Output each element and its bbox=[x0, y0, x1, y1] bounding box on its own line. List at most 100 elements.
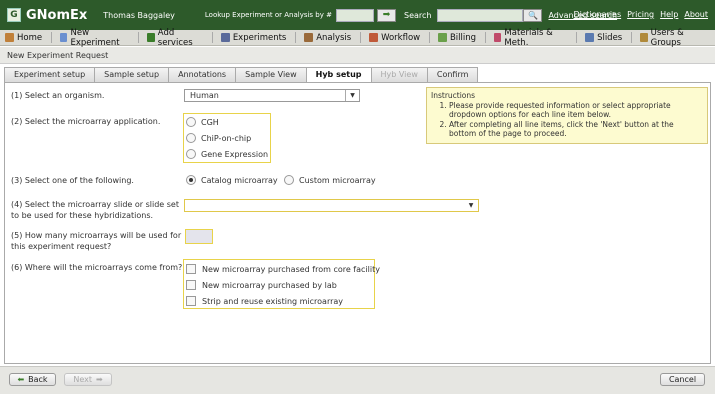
question-organism: (1) Select an organism. bbox=[11, 91, 105, 100]
slide-dropdown[interactable]: ▼ bbox=[184, 199, 479, 212]
nav-item-slides[interactable]: Slides bbox=[585, 33, 622, 43]
search-label: Search bbox=[403, 10, 432, 20]
source-option-strip-reuse[interactable]: Strip and reuse existing microarray bbox=[186, 296, 343, 306]
arrow-left-icon: ⬅ bbox=[17, 375, 25, 384]
cancel-button[interactable]: Cancel bbox=[660, 373, 705, 386]
nav-item-materials-meth[interactable]: Materials & Meth. bbox=[493, 27, 567, 48]
microarray-option-catalog[interactable]: Catalog microarray bbox=[186, 175, 278, 185]
radio-button[interactable] bbox=[186, 117, 196, 127]
organism-dropdown[interactable]: Human ▼ bbox=[184, 89, 360, 102]
arrow-right-icon: ➡ bbox=[95, 375, 103, 384]
nav-separator bbox=[138, 32, 140, 43]
question-line: (5) How many microarrays will be used fo… bbox=[11, 231, 182, 240]
dictionaries-link[interactable]: Dictionaries bbox=[574, 10, 622, 19]
instruction-item: Please provide requested information or … bbox=[449, 101, 703, 120]
back-button[interactable]: ⬅ Back bbox=[9, 373, 56, 386]
lookup-go-button[interactable]: ➡ bbox=[376, 8, 396, 22]
tab-confirm[interactable]: Confirm bbox=[426, 67, 479, 82]
help-link[interactable]: Help bbox=[660, 10, 678, 19]
question-line: to be used for these hybridizations. bbox=[11, 211, 154, 220]
instruction-item: After completing all line items, click t… bbox=[449, 120, 703, 139]
option-label: Catalog microarray bbox=[201, 175, 278, 185]
tab-sample-setup[interactable]: Sample setup bbox=[94, 67, 170, 82]
question-line: this experiment request? bbox=[11, 242, 112, 251]
radio-button-selected[interactable] bbox=[186, 175, 196, 185]
tab-bar: Experiment setup Sample setup Annotations S… bbox=[4, 67, 479, 83]
option-label: Strip and reuse existing microarray bbox=[202, 296, 344, 306]
tab-annotations[interactable]: Annotations bbox=[168, 67, 237, 82]
slides-icon bbox=[585, 33, 595, 42]
add-services-icon bbox=[147, 33, 155, 42]
microarray-count-input[interactable] bbox=[185, 229, 213, 244]
nav-item-new-experiment[interactable]: New Experiment bbox=[59, 27, 129, 48]
option-label: CGH bbox=[201, 117, 219, 127]
billing-icon bbox=[437, 33, 447, 42]
nav-item-label: Users & Groups bbox=[650, 27, 684, 48]
checkbox[interactable] bbox=[186, 296, 196, 306]
next-button[interactable]: Next ➡ bbox=[64, 373, 112, 386]
microarray-option-custom[interactable]: Custom microarray bbox=[284, 175, 376, 185]
option-label: Custom microarray bbox=[299, 175, 376, 185]
lookup-input[interactable] bbox=[335, 8, 374, 22]
experiments-icon bbox=[220, 33, 230, 42]
search-icon: 🔍 bbox=[527, 10, 538, 20]
materials-icon bbox=[493, 33, 502, 42]
nav-item-analysis[interactable]: Analysis bbox=[304, 33, 351, 43]
gnomex-logo-icon: G bbox=[7, 8, 21, 22]
nav-item-label: Workflow bbox=[381, 32, 421, 43]
next-label: Next bbox=[73, 375, 92, 384]
home-icon bbox=[5, 33, 14, 42]
back-label: Back bbox=[28, 375, 48, 384]
pricing-link[interactable]: Pricing bbox=[627, 10, 654, 19]
arrow-right-icon: ➡ bbox=[382, 10, 391, 20]
nav-separator bbox=[295, 32, 297, 43]
nav-item-label: New Experiment bbox=[70, 27, 120, 48]
radio-button[interactable] bbox=[284, 175, 294, 185]
app-name: GNomEx bbox=[26, 7, 88, 23]
lookup-label: Lookup Experiment or Analysis by # bbox=[204, 11, 332, 19]
checkbox[interactable] bbox=[186, 280, 196, 290]
nav-item-label: Analysis bbox=[316, 32, 352, 43]
nav-separator bbox=[576, 32, 578, 43]
tab-hyb-setup[interactable]: Hyb setup bbox=[305, 67, 372, 83]
new-experiment-icon bbox=[59, 33, 68, 42]
instructions-title: Instructions bbox=[431, 91, 476, 100]
main-nav: Home New Experiment Add services Experiment… bbox=[0, 27, 715, 48]
question-slide: (4) Select the microarray slide or slide… bbox=[11, 199, 179, 221]
question-count: (5) How many microarrays will be used fo… bbox=[11, 230, 181, 252]
radio-button[interactable] bbox=[186, 133, 196, 143]
radio-button[interactable] bbox=[186, 149, 196, 159]
nav-item-label: Materials & Meth. bbox=[504, 27, 553, 48]
nav-item-experiments[interactable]: Experiments bbox=[220, 32, 287, 43]
workflow-icon bbox=[369, 33, 379, 42]
application-option-gene-expression[interactable]: Gene Expression bbox=[186, 149, 268, 159]
organism-value: Human bbox=[190, 91, 219, 100]
search-input[interactable] bbox=[437, 8, 524, 22]
users-groups-icon bbox=[640, 33, 648, 42]
cancel-label: Cancel bbox=[668, 375, 697, 384]
source-option-lab[interactable]: New microarray purchased by lab bbox=[186, 280, 337, 290]
user-name: Thomas Baggaley bbox=[103, 10, 175, 20]
nav-separator bbox=[211, 32, 213, 43]
tab-hyb-view[interactable]: Hyb View bbox=[370, 67, 428, 82]
tab-experiment-setup[interactable]: Experiment setup bbox=[4, 67, 96, 82]
option-label: Gene Expression bbox=[201, 149, 269, 159]
question-line: (4) Select the microarray slide or slide… bbox=[11, 200, 179, 209]
nav-item-billing[interactable]: Billing bbox=[437, 33, 476, 43]
nav-separator bbox=[429, 32, 430, 43]
nav-item-workflow[interactable]: Workflow bbox=[369, 33, 420, 43]
tab-sample-view[interactable]: Sample View bbox=[235, 67, 307, 82]
nav-item-label: Experiments bbox=[232, 32, 287, 43]
nav-item-add-services[interactable]: Add services bbox=[147, 28, 203, 48]
nav-item-label: Slides bbox=[597, 32, 623, 43]
about-link[interactable]: About bbox=[684, 10, 708, 19]
application-option-chip[interactable]: ChiP-on-chip bbox=[186, 133, 251, 143]
nav-separator bbox=[485, 32, 486, 43]
source-option-core-facility[interactable]: New microarray purchased from core facil… bbox=[186, 264, 380, 274]
nav-item-home[interactable]: Home bbox=[5, 33, 42, 43]
option-label: ChiP-on-chip bbox=[201, 133, 252, 143]
application-option-cgh[interactable]: CGH bbox=[186, 117, 219, 127]
search-button[interactable]: 🔍 bbox=[523, 8, 543, 22]
checkbox[interactable] bbox=[186, 264, 196, 274]
nav-item-users-groups[interactable]: Users & Groups bbox=[640, 28, 706, 48]
